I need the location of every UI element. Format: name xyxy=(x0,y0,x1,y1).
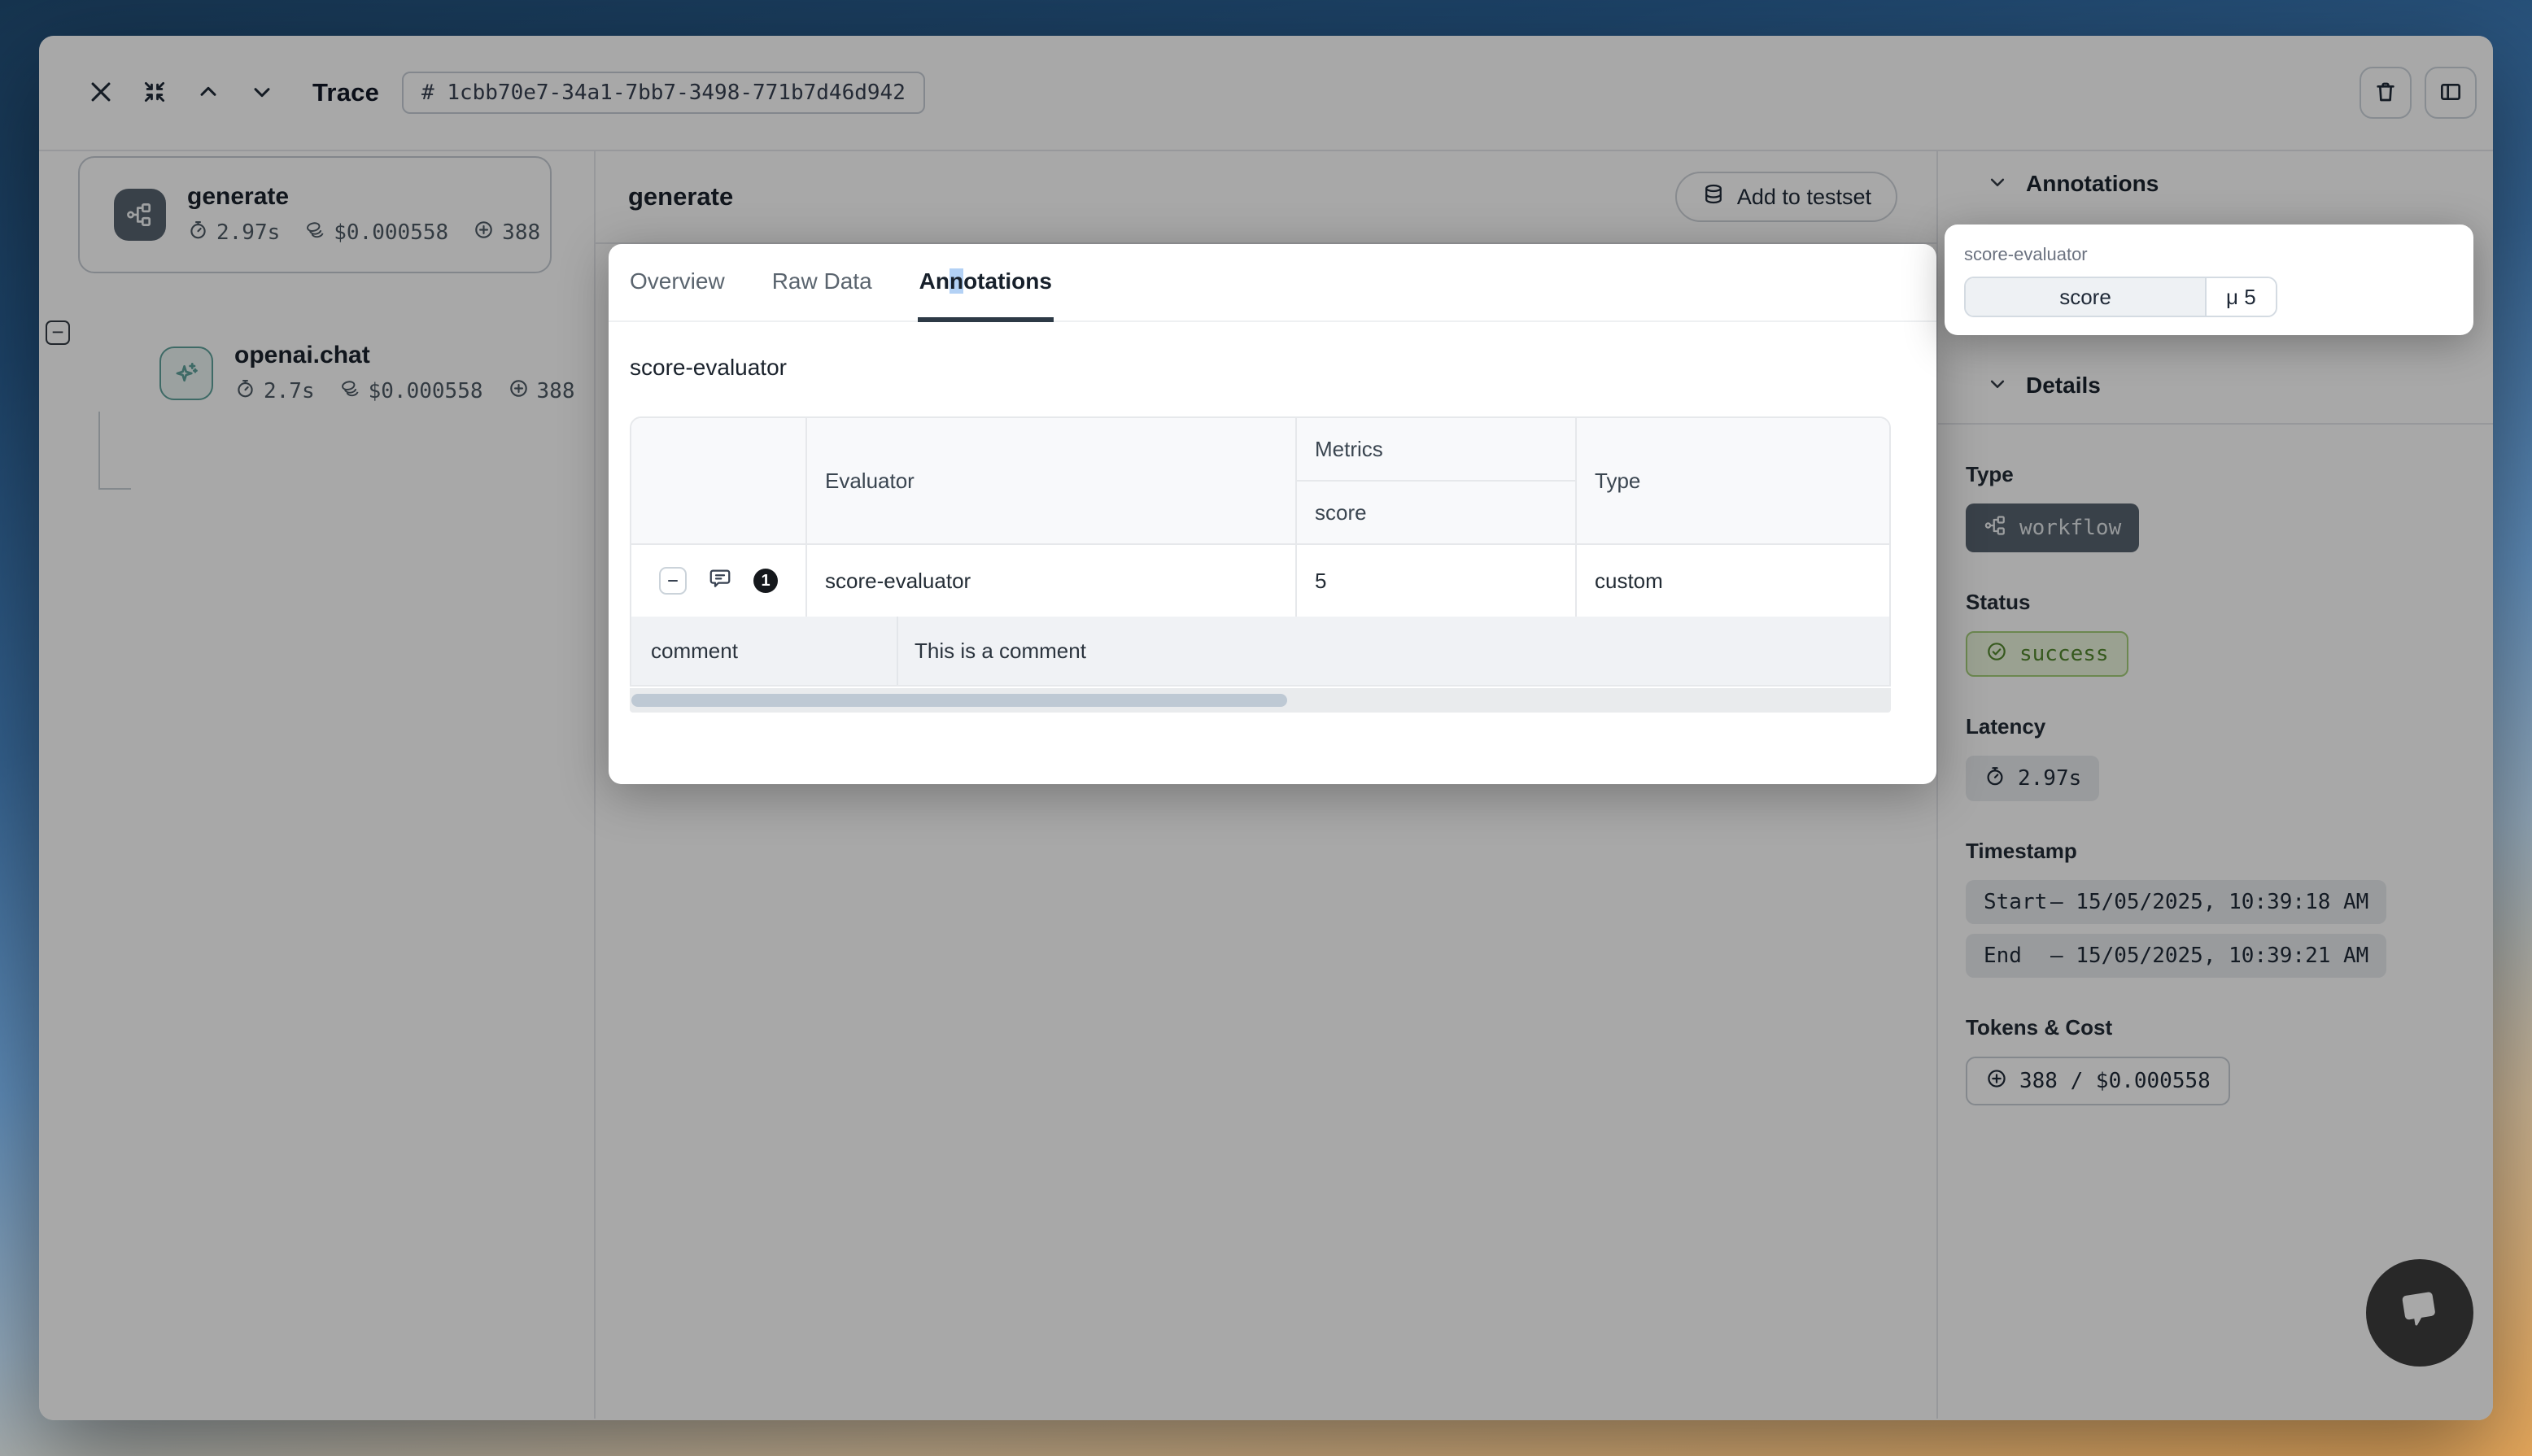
tab-overview[interactable]: Overview xyxy=(628,244,727,320)
row-score-cell: 5 xyxy=(1297,545,1577,617)
metric-value: μ 5 xyxy=(2207,278,2276,316)
scrollbar-thumb[interactable] xyxy=(631,694,1287,707)
horizontal-scrollbar[interactable] xyxy=(630,688,1891,713)
tab-annotations[interactable]: Annotations xyxy=(918,244,1054,320)
trace-window: Trace # 1cbb70e7-34a1-7bb7-3498-771b7d46… xyxy=(39,36,2493,1420)
metric-name: score xyxy=(1966,278,2207,316)
evaluator-section-title: score-evaluator xyxy=(630,355,1891,381)
collapse-row-button[interactable] xyxy=(659,567,687,595)
header-cell-score: score xyxy=(1297,482,1577,545)
text-selection-highlight: n xyxy=(950,268,963,294)
comment-count-badge: 1 xyxy=(753,569,778,593)
row-evaluator-cell: score-evaluator xyxy=(807,545,1297,617)
score-evaluator-card: score-evaluator score μ 5 xyxy=(1945,225,2473,335)
comment-value: This is a comment xyxy=(898,617,1889,685)
header-cell-metrics: Metrics xyxy=(1297,418,1577,482)
comment-bubble-icon[interactable] xyxy=(708,566,732,596)
tab-bar: Overview Raw Data Annotations xyxy=(609,244,1936,322)
tab-raw-data[interactable]: Raw Data xyxy=(771,244,874,320)
annotation-evaluator-name: score-evaluator xyxy=(1964,244,2454,265)
score-metric-pill[interactable]: score μ 5 xyxy=(1964,277,2277,317)
header-cell-empty xyxy=(631,418,807,545)
evaluator-table: Evaluator Metrics score Type 1 score-eva… xyxy=(630,416,1891,687)
row-actions-cell: 1 xyxy=(631,545,807,617)
comment-row: comment This is a comment xyxy=(631,617,1889,685)
annotations-tab-panel: Overview Raw Data Annotations score-eval… xyxy=(609,244,1936,784)
header-cell-evaluator: Evaluator xyxy=(807,418,1297,545)
header-cell-type: Type xyxy=(1577,418,1889,545)
comment-key: comment xyxy=(631,617,898,685)
row-type-cell: custom xyxy=(1577,545,1889,617)
